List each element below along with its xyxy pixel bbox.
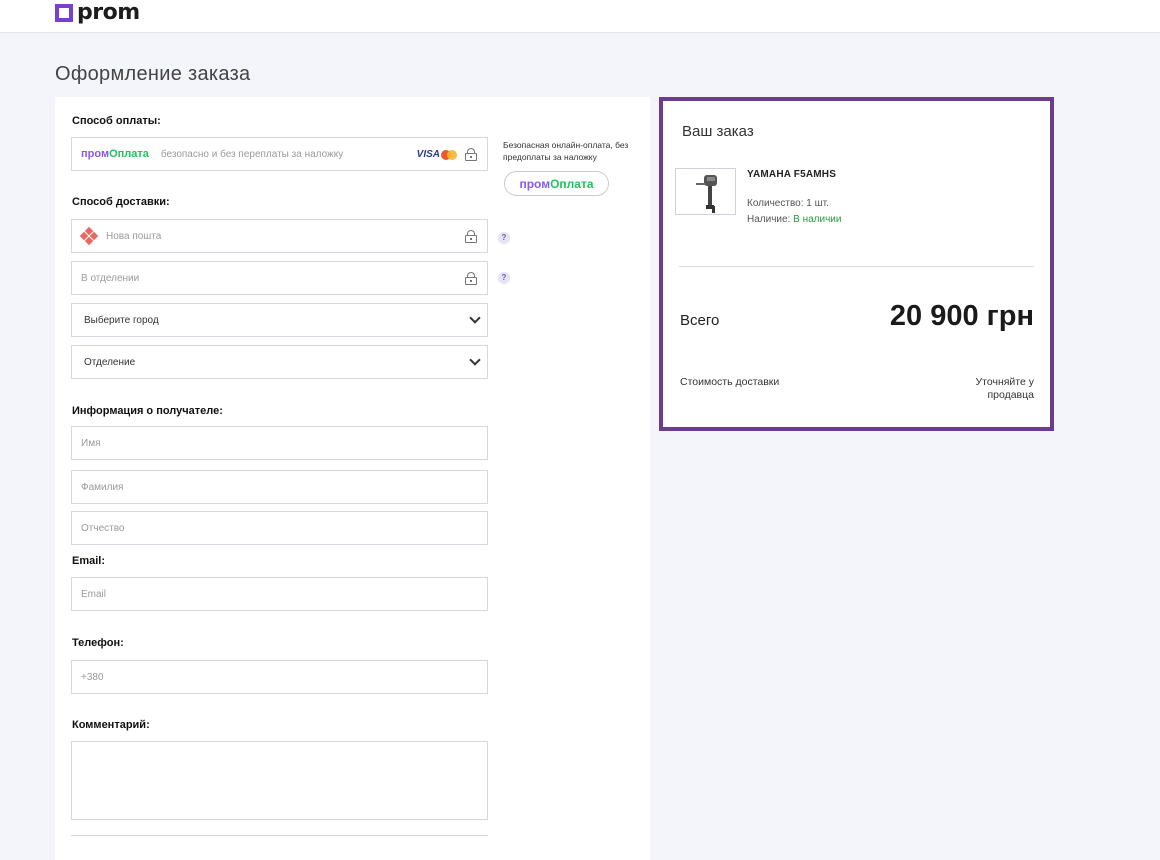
logo-text: prom	[77, 0, 140, 25]
mastercard-icon	[441, 150, 457, 160]
delivery-carrier-value: Нова пошта	[106, 230, 162, 242]
last-name-placeholder: Фамилия	[81, 481, 124, 493]
shipping-cost-label: Стоимость доставки	[680, 376, 780, 388]
promopay-brand: промОплата	[81, 148, 149, 160]
payment-method-label: Способ оплаты:	[72, 115, 161, 127]
delivery-method-label: Способ доставки:	[72, 196, 170, 208]
comment-textarea[interactable]	[71, 741, 488, 820]
order-title: Ваш заказ	[682, 123, 754, 140]
comment-label: Комментарий:	[72, 719, 150, 731]
email-label: Email:	[72, 555, 106, 567]
delivery-carrier-field[interactable]: Нова пошта	[71, 219, 488, 253]
chevron-down-icon	[469, 312, 481, 324]
safe-payment-note: Безопасная онлайн-оплата, без предоплаты…	[503, 140, 629, 162]
lock-icon	[465, 272, 477, 285]
email-placeholder: Email	[81, 588, 107, 600]
branch-select-value: Отделение	[84, 356, 136, 368]
prom-logo[interactable]: prom	[55, 2, 140, 24]
lock-icon	[465, 148, 477, 161]
availability-label: Наличие:	[747, 214, 791, 225]
visa-icon: VISA	[416, 149, 440, 160]
total-label: Всего	[680, 312, 720, 329]
lock-icon	[465, 230, 477, 243]
product-thumbnail[interactable]	[675, 168, 736, 215]
first-name-input[interactable]: Имя	[71, 426, 488, 460]
payment-method-placeholder: безопасно и без переплаты за наложку	[160, 148, 344, 160]
page-title: Оформление заказа	[55, 63, 251, 85]
total-price: 20 900 грн	[889, 300, 1034, 332]
delivery-type-value: В отделении	[81, 272, 140, 284]
availability-status: В наличии	[793, 214, 842, 225]
product-name[interactable]: YAMAHA F5AMHS	[747, 169, 836, 180]
payment-method-field[interactable]: промОплата безопасно и без переплаты за …	[71, 137, 488, 171]
divider	[71, 835, 488, 836]
help-icon[interactable]: ?	[498, 272, 510, 284]
email-input[interactable]: Email	[71, 577, 488, 611]
outboard-motor-image	[696, 175, 717, 213]
phone-placeholder: +380	[81, 671, 104, 683]
divider	[679, 266, 1034, 267]
shipping-cost-value: Уточняйте у продавца	[975, 376, 1035, 401]
nova-poshta-icon	[79, 226, 99, 246]
product-availability: Наличие: В наличии	[747, 214, 841, 225]
order-summary: Ваш заказ YAMAHA F5AMHS Количество: 1 шт…	[659, 97, 1054, 431]
promopay-badge[interactable]: пром Оплата	[504, 171, 609, 196]
product-quantity: Количество: 1 шт.	[747, 198, 829, 209]
city-select-value: Выберите город	[84, 314, 159, 326]
recipient-info-label: Информация о получателе:	[72, 405, 223, 417]
last-name-input[interactable]: Фамилия	[71, 470, 488, 504]
middle-name-placeholder: Отчество	[81, 522, 125, 534]
logo-square-icon	[55, 4, 73, 22]
delivery-type-field[interactable]: В отделении	[71, 261, 488, 295]
first-name-placeholder: Имя	[81, 437, 101, 449]
phone-input[interactable]: +380	[71, 660, 488, 694]
chevron-down-icon	[469, 354, 481, 366]
top-bar: prom	[0, 0, 1160, 33]
phone-label: Телефон:	[72, 637, 124, 649]
help-icon[interactable]: ?	[498, 232, 510, 244]
city-select[interactable]: Выберите город	[71, 303, 488, 337]
branch-select[interactable]: Отделение	[71, 345, 488, 379]
checkout-form: Способ оплаты: промОплата безопасно и бе…	[55, 97, 650, 860]
middle-name-input[interactable]: Отчество	[71, 511, 488, 545]
